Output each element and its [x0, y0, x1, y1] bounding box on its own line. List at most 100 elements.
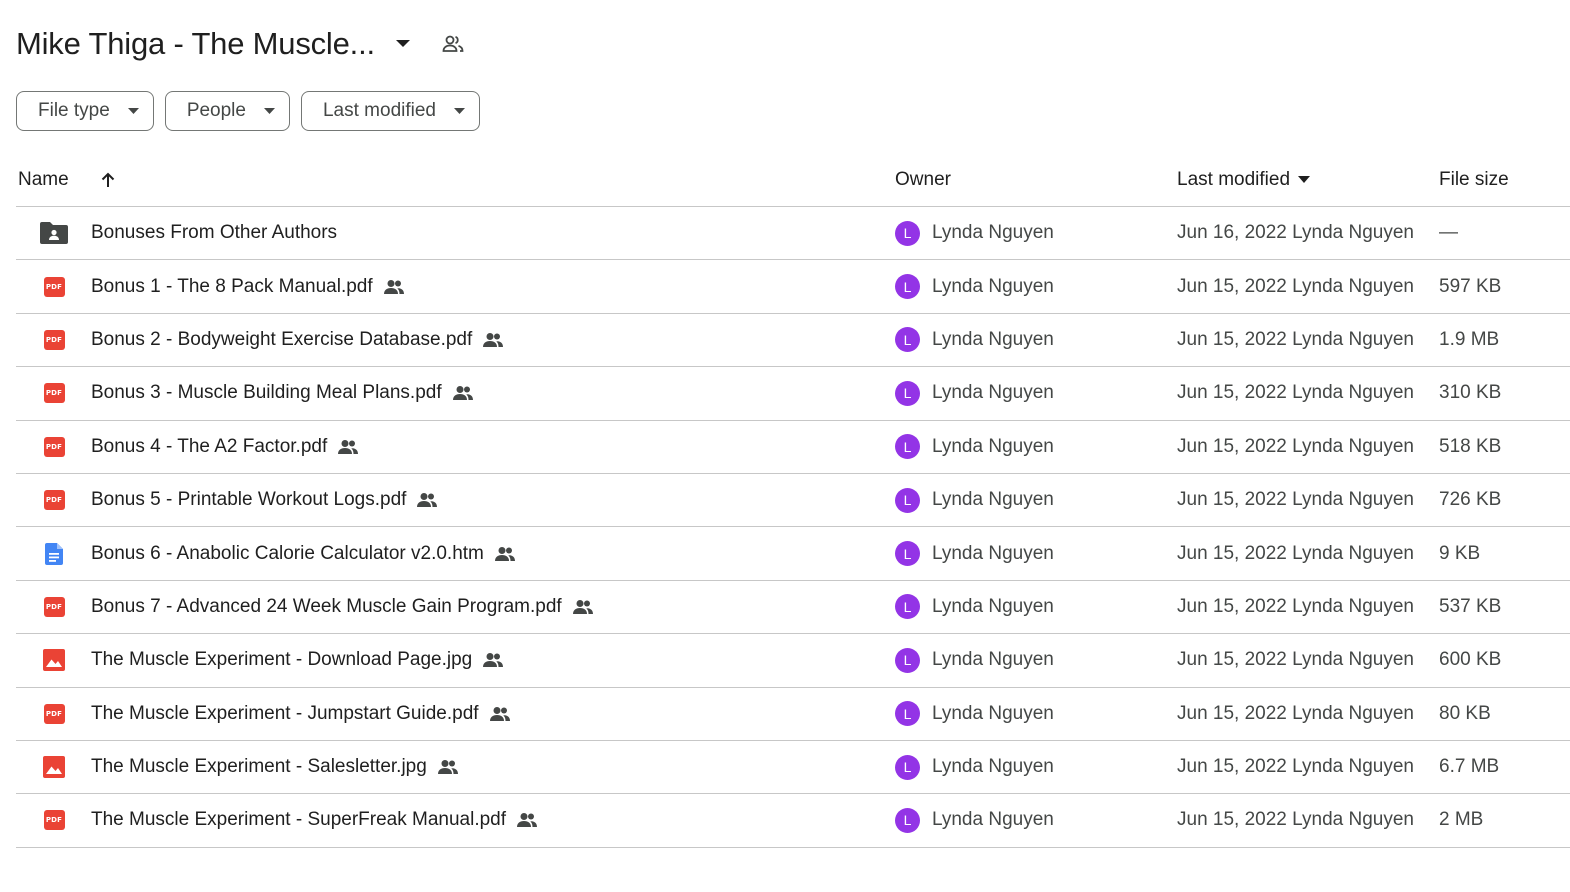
- last-modified-value: Jun 15, 2022 Lynda Nguyen: [1177, 702, 1414, 724]
- owner-name: Lynda Nguyen: [932, 809, 1054, 831]
- file-size-value: 597 KB: [1439, 275, 1502, 297]
- file-row[interactable]: PDF Bonus 5 - Printable Workout Logs.pdf…: [16, 474, 1570, 528]
- file-type-icon-cell: PDF: [40, 794, 68, 846]
- file-type-icon-cell: PDF: [40, 421, 68, 473]
- people-filter-label: People: [186, 100, 246, 121]
- people-filter[interactable]: People: [164, 91, 290, 131]
- file-list-header: Name Owner Last modified File size: [16, 153, 1570, 207]
- owner-cell: L Lynda Nguyen: [895, 634, 1054, 686]
- last-modified-value: Jun 15, 2022 Lynda Nguyen: [1177, 649, 1414, 671]
- file-name-cell: Bonus 4 - The A2 Factor.pdf: [91, 421, 359, 473]
- owner-name: Lynda Nguyen: [932, 756, 1054, 778]
- folder-title[interactable]: Mike Thiga - The Muscle...: [16, 26, 375, 62]
- last-modified-value: Jun 16, 2022 Lynda Nguyen: [1177, 222, 1414, 244]
- owner-cell: L Lynda Nguyen: [895, 314, 1054, 366]
- owner-cell: L Lynda Nguyen: [895, 260, 1054, 312]
- owner-cell: L Lynda Nguyen: [895, 794, 1054, 846]
- file-size-value: 600 KB: [1439, 649, 1502, 671]
- owner-avatar[interactable]: L: [895, 487, 920, 513]
- owner-name: Lynda Nguyen: [932, 649, 1054, 671]
- file-size-value: 2 MB: [1439, 809, 1484, 831]
- shared-people-icon: [494, 546, 516, 562]
- owner-avatar[interactable]: L: [895, 754, 920, 780]
- owner-avatar[interactable]: L: [895, 220, 920, 246]
- last-modified-filter[interactable]: Last modified: [300, 91, 480, 131]
- file-size-value: 310 KB: [1439, 382, 1502, 404]
- owner-name: Lynda Nguyen: [932, 542, 1054, 564]
- shared-people-icon: [416, 492, 438, 508]
- file-size-value: 9 KB: [1439, 542, 1481, 564]
- file-type-icon-cell: [40, 741, 68, 793]
- file-row[interactable]: Bonus 6 - Anabolic Calorie Calculator v2…: [16, 527, 1570, 581]
- file-name[interactable]: Bonus 2 - Bodyweight Exercise Database.p…: [91, 329, 472, 351]
- file-list: Name Owner Last modified File size Bonus…: [16, 153, 1570, 848]
- owner-avatar[interactable]: L: [895, 701, 920, 727]
- file-type-filter[interactable]: File type: [16, 91, 154, 131]
- shared-people-icon: [489, 706, 511, 722]
- owner-cell: L Lynda Nguyen: [895, 367, 1054, 419]
- folder-menu-caret-icon[interactable]: [389, 30, 417, 58]
- last-modified-column-label: Last modified: [1177, 168, 1291, 190]
- owner-avatar[interactable]: L: [895, 807, 920, 833]
- shared-people-icon: [482, 332, 504, 348]
- owner-avatar[interactable]: L: [895, 274, 920, 300]
- file-row[interactable]: PDF Bonus 3 - Muscle Building Meal Plans…: [16, 367, 1570, 421]
- owner-cell: L Lynda Nguyen: [895, 474, 1054, 526]
- owner-avatar[interactable]: L: [895, 541, 920, 567]
- last-modified-value: Jun 15, 2022 Lynda Nguyen: [1177, 275, 1414, 297]
- file-name[interactable]: Bonus 7 - Advanced 24 Week Muscle Gain P…: [91, 596, 562, 618]
- shared-folder-people-icon[interactable]: [437, 28, 469, 60]
- file-row[interactable]: PDF Bonus 4 - The A2 Factor.pdf L Lynda …: [16, 421, 1570, 474]
- file-name[interactable]: Bonus 6 - Anabolic Calorie Calculator v2…: [91, 543, 484, 565]
- owner-avatar[interactable]: L: [895, 647, 920, 673]
- pdf-icon: PDF: [43, 596, 65, 617]
- owner-avatar[interactable]: L: [895, 594, 920, 620]
- file-row[interactable]: PDF Bonus 2 - Bodyweight Exercise Databa…: [16, 314, 1570, 368]
- file-row[interactable]: PDF The Muscle Experiment - Jumpstart Gu…: [16, 688, 1570, 741]
- owner-cell: L Lynda Nguyen: [895, 207, 1054, 259]
- owner-avatar[interactable]: L: [895, 434, 920, 460]
- owner-name: Lynda Nguyen: [932, 702, 1054, 724]
- file-type-icon-cell: PDF: [40, 314, 68, 366]
- shared-people-icon: [383, 279, 405, 295]
- owner-cell: L Lynda Nguyen: [895, 688, 1054, 740]
- file-name[interactable]: The Muscle Experiment - Salesletter.jpg: [91, 756, 427, 778]
- pdf-icon: PDF: [43, 276, 65, 297]
- file-name-cell: The Muscle Experiment - Salesletter.jpg: [91, 741, 459, 793]
- owner-avatar[interactable]: L: [895, 327, 920, 353]
- file-row[interactable]: PDF The Muscle Experiment - SuperFreak M…: [16, 794, 1570, 848]
- file-row[interactable]: PDF Bonus 7 - Advanced 24 Week Muscle Ga…: [16, 581, 1570, 635]
- owner-name: Lynda Nguyen: [932, 275, 1054, 297]
- file-row[interactable]: The Muscle Experiment - Download Page.jp…: [16, 634, 1570, 688]
- shared-people-icon: [337, 439, 359, 455]
- filter-chips: File type People Last modified: [16, 91, 480, 131]
- owner-name: Lynda Nguyen: [932, 382, 1054, 404]
- owner-name: Lynda Nguyen: [932, 328, 1054, 350]
- file-row[interactable]: The Muscle Experiment - Salesletter.jpg …: [16, 741, 1570, 795]
- chevron-down-icon: [454, 108, 465, 114]
- name-column-header[interactable]: Name: [18, 153, 69, 206]
- owner-avatar[interactable]: L: [895, 380, 920, 406]
- chevron-down-icon: [127, 108, 139, 114]
- file-row[interactable]: Bonuses From Other Authors L Lynda Nguye…: [16, 207, 1570, 261]
- shared-folder-icon: [40, 222, 68, 245]
- last-modified-value: Jun 15, 2022 Lynda Nguyen: [1177, 382, 1414, 404]
- file-name[interactable]: Bonus 5 - Printable Workout Logs.pdf: [91, 489, 406, 511]
- file-name[interactable]: Bonus 4 - The A2 Factor.pdf: [91, 436, 327, 458]
- file-type-icon-cell: [40, 527, 68, 579]
- sort-ascending-arrow-icon[interactable]: [94, 153, 122, 206]
- shared-people-icon: [572, 599, 594, 615]
- file-name[interactable]: The Muscle Experiment - Download Page.jp…: [91, 649, 472, 671]
- last-modified-column-header[interactable]: Last modified: [1177, 153, 1311, 206]
- file-type-filter-label: File type: [38, 100, 110, 121]
- file-size-column-header: File size: [1439, 168, 1509, 190]
- last-modified-value: Jun 15, 2022 Lynda Nguyen: [1177, 809, 1414, 831]
- file-name[interactable]: Bonus 3 - Muscle Building Meal Plans.pdf: [91, 382, 442, 404]
- last-modified-value: Jun 15, 2022 Lynda Nguyen: [1177, 595, 1414, 617]
- file-name[interactable]: The Muscle Experiment - SuperFreak Manua…: [91, 809, 506, 831]
- file-row[interactable]: PDF Bonus 1 - The 8 Pack Manual.pdf L Ly…: [16, 260, 1570, 314]
- file-name[interactable]: Bonuses From Other Authors: [91, 222, 337, 244]
- file-size-value: 80 KB: [1439, 702, 1491, 724]
- file-name[interactable]: The Muscle Experiment - Jumpstart Guide.…: [91, 703, 479, 725]
- file-name[interactable]: Bonus 1 - The 8 Pack Manual.pdf: [91, 276, 373, 298]
